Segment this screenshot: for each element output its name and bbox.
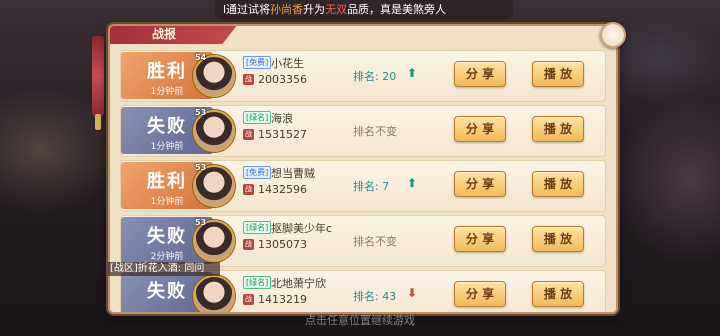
play-button[interactable]: 播 放 [532, 116, 584, 142]
share-button[interactable]: 分 享 [454, 171, 506, 197]
marquee-text-middle: 将 [259, 3, 271, 16]
player-tag: [绿名] [243, 221, 272, 234]
rank-text: 排名不变 [353, 235, 397, 248]
panel-title: 战报 [110, 26, 238, 44]
player-power: 1531527 [258, 128, 307, 141]
rank-text: 排名不变 [353, 125, 397, 138]
marquee-text-suffix: 品质，真是美煞旁人 [347, 3, 447, 16]
report-row: 胜利 1分钟前 54 [免费] 小花生 战 2003356 排名: 20 ⬆ 分… [120, 50, 606, 102]
player-name: 想当曹贼 [271, 167, 315, 180]
share-button[interactable]: 分 享 [454, 116, 506, 142]
report-row: 失败 [绿名] 北地萧宁欣 战 1413219 排名: 43 ⬇ 分 享 播 放 [120, 270, 606, 312]
marquee-quality: 无双 [325, 3, 348, 16]
panel-decoration-tassel [92, 36, 104, 130]
share-button[interactable]: 分 享 [454, 281, 506, 307]
marquee-text-prefix: l通过试 [223, 3, 260, 16]
player-name: 北地萧宁欣 [271, 277, 326, 290]
play-button[interactable]: 播 放 [532, 171, 584, 197]
avatar[interactable] [193, 275, 235, 312]
report-row: 失败 1分钟前 53 [绿名] 海浪 战 1531527 排名不变 分 享 播 … [120, 105, 606, 157]
play-button[interactable]: 播 放 [532, 61, 584, 87]
report-row: 失败 2分钟前 53 [绿名] 抠脚美少年c 战 1305073 排名不变 分 … [120, 215, 606, 267]
player-tag: [免费] [243, 56, 272, 69]
rank-down-arrow-icon: ⬇ [407, 286, 418, 300]
player-power: 1432596 [258, 183, 307, 196]
player-power: 1413219 [258, 293, 307, 306]
player-level: 54 [195, 53, 207, 62]
power-icon: 战 [243, 184, 254, 195]
close-icon[interactable] [600, 22, 626, 48]
announcement-marquee: l通过试将孙尚香升为无双品质，真是美煞旁人 [215, 0, 513, 20]
player-power: 2003356 [258, 73, 307, 86]
power-icon: 战 [243, 239, 254, 250]
marquee-text-mid: 升为 [303, 3, 326, 16]
continue-hint: 点击任意位置继续游戏 [305, 314, 415, 327]
power-icon: 战 [243, 294, 254, 305]
play-button[interactable]: 播 放 [532, 226, 584, 252]
player-name: 小花生 [271, 57, 304, 70]
player-tag: [绿名] [243, 276, 272, 289]
player-level: 53 [195, 218, 207, 227]
rank-text: 排名: 20 [353, 70, 397, 83]
chat-message[interactable]: [战区]折花入酒: 同问 [108, 262, 220, 276]
marquee-hero-name: 孙尚香 [270, 3, 304, 16]
rank-text: 排名: 7 [353, 180, 390, 193]
player-name: 抠脚美少年c [271, 222, 333, 235]
rank-text: 排名: 43 [353, 290, 397, 303]
rank-up-arrow-icon: ⬆ [407, 66, 418, 80]
player-tag: [绿名] [243, 111, 272, 124]
report-row: 胜利 1分钟前 53 [免费] 想当曹贼 战 1432596 排名: 7 ⬆ 分… [120, 160, 606, 212]
player-name: 海浪 [271, 112, 293, 125]
power-icon: 战 [243, 129, 254, 140]
share-button[interactable]: 分 享 [454, 61, 506, 87]
player-level: 53 [195, 108, 207, 117]
rank-up-arrow-icon: ⬆ [407, 176, 418, 190]
player-power: 1305073 [258, 238, 307, 251]
player-tag: [免费] [243, 166, 272, 179]
share-button[interactable]: 分 享 [454, 226, 506, 252]
player-level: 53 [195, 163, 207, 172]
play-button[interactable]: 播 放 [532, 281, 584, 307]
power-icon: 战 [243, 74, 254, 85]
